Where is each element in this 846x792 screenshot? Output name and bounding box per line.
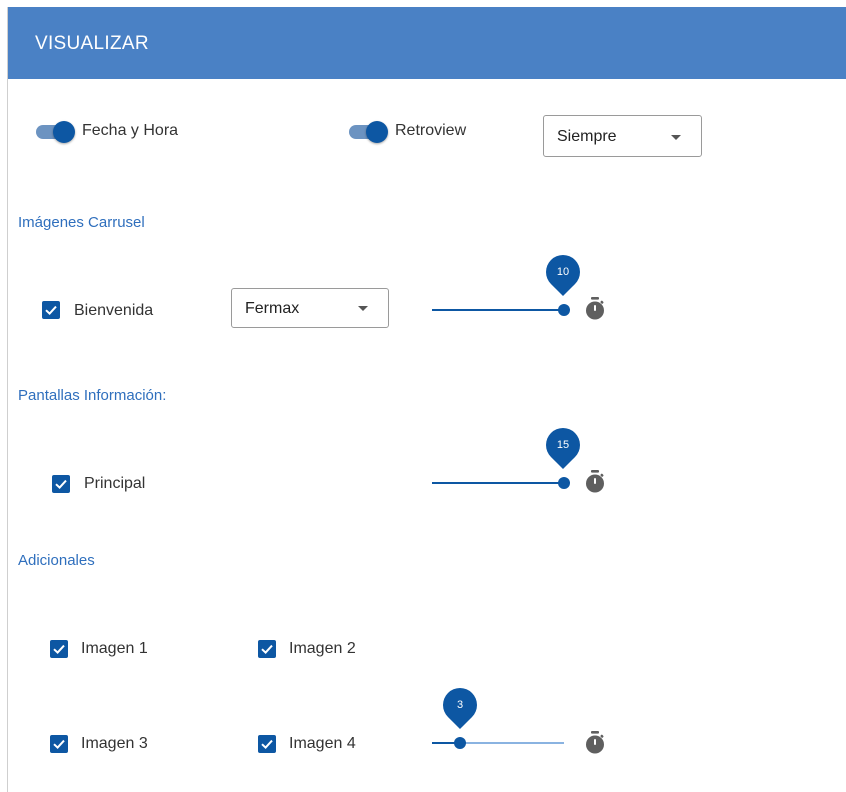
slider-thumb[interactable] [558,477,570,489]
welcome-checkbox-label: Bienvenida [74,302,154,319]
welcome-time-slider[interactable] [432,296,572,326]
checkmark-icon [45,305,57,316]
stopwatch-icon [586,470,604,493]
toggle-thumb [366,121,388,143]
checkmark-icon [53,644,65,655]
checkmark-icon [55,479,67,490]
main-screen-checkbox[interactable] [52,475,70,493]
slider-thumb[interactable] [454,737,466,749]
header-bar: VISUALIZAR [8,7,846,79]
slider-rail [432,309,564,311]
retroview-toggle[interactable] [347,119,388,145]
checkmark-icon [261,644,273,655]
image-1-checkbox[interactable] [50,640,68,658]
image-2-checkbox[interactable] [258,640,276,658]
date-time-toggle[interactable] [34,119,75,145]
additional-section-title: Adicionales [18,552,95,569]
chevron-down-icon [671,135,681,140]
additional-time-slider[interactable] [432,729,568,759]
image-3-checkbox[interactable] [50,735,68,753]
checkmark-icon [261,739,273,750]
stopwatch-icon [586,297,604,320]
date-time-toggle-label: Fecha y Hora [82,122,179,139]
slider-rail-inactive [458,742,564,744]
slider-rail [432,482,564,484]
page-title: VISUALIZAR [35,33,149,54]
slider-thumb[interactable] [558,304,570,316]
info-screens-section-title: Pantallas Información: [18,387,167,404]
welcome-source-value: Fermax [245,300,300,317]
image-4-checkbox-label: Imagen 4 [289,735,356,752]
retroview-toggle-label: Retroview [395,122,467,139]
toggle-thumb [53,121,75,143]
stopwatch-icon [586,731,604,754]
main-screen-time-value: 15 [556,439,570,451]
retroview-mode-select[interactable]: Siempre [543,115,702,157]
chevron-down-icon [358,306,368,311]
main-screen-checkbox-label: Principal [84,475,146,492]
welcome-source-select[interactable]: Fermax [231,288,389,328]
image-4-checkbox[interactable] [258,735,276,753]
checkmark-icon [53,739,65,750]
additional-time-value: 3 [456,699,464,711]
image-1-checkbox-label: Imagen 1 [81,640,148,657]
welcome-checkbox[interactable] [42,301,60,319]
main-screen-time-slider[interactable] [432,469,572,499]
carousel-section-title: Imágenes Carrusel [18,214,145,231]
image-3-checkbox-label: Imagen 3 [81,735,148,752]
image-2-checkbox-label: Imagen 2 [289,640,356,657]
retroview-mode-value: Siempre [557,128,617,145]
welcome-time-value: 10 [556,266,570,278]
